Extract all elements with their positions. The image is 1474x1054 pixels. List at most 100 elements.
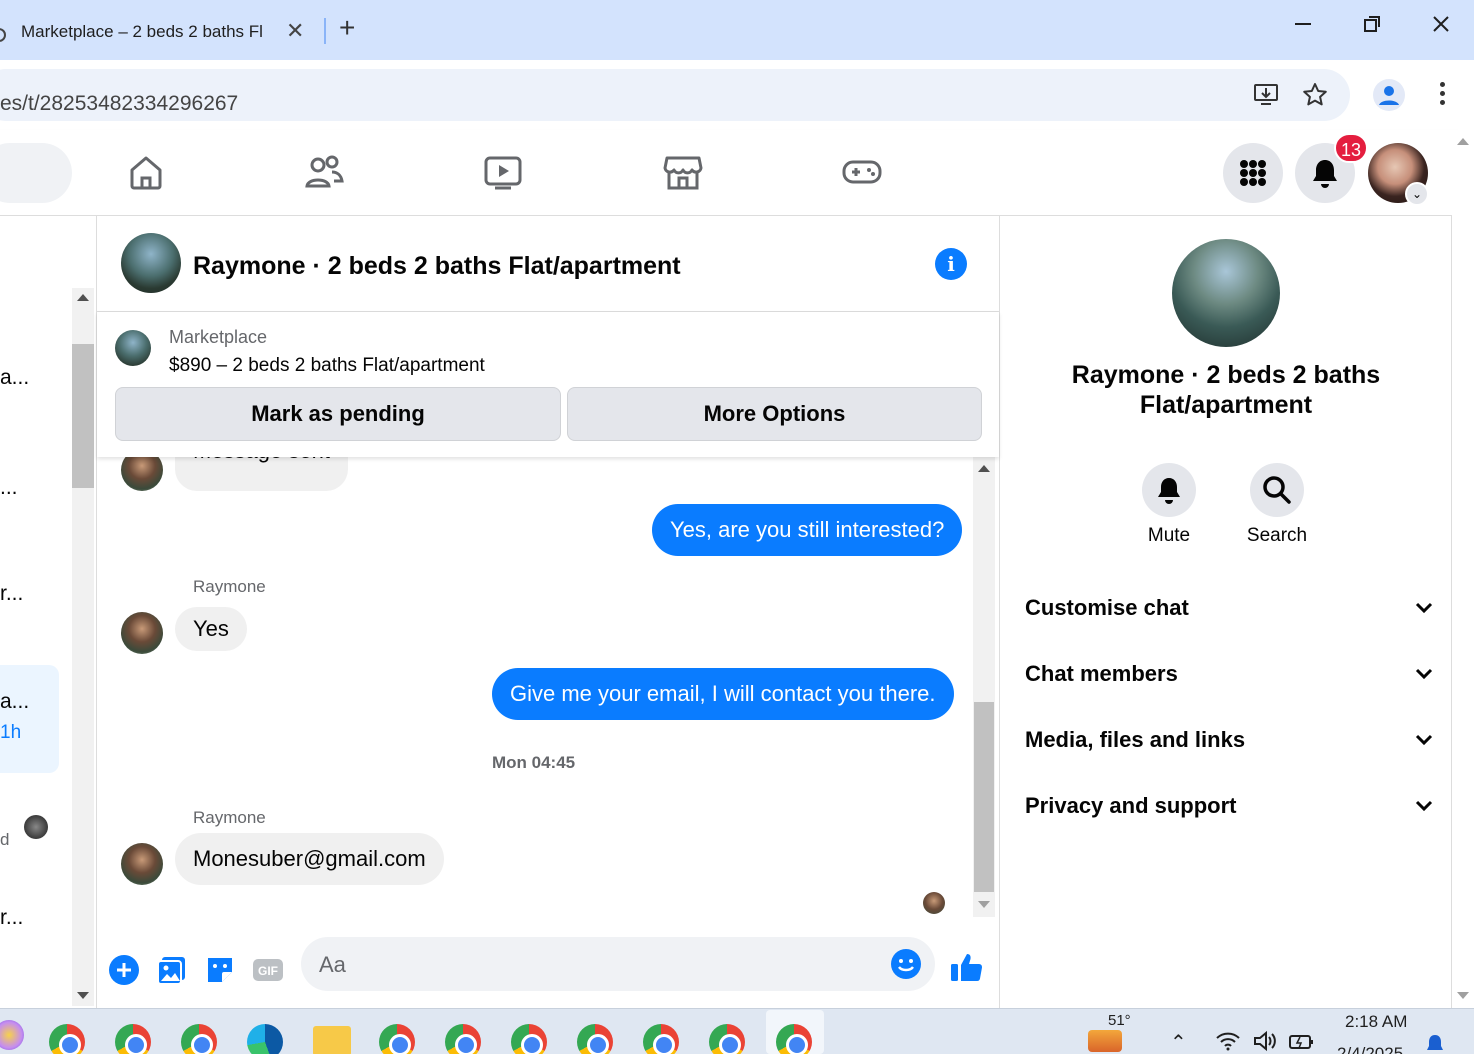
message-bubble-incoming[interactable]: Yes: [175, 607, 247, 651]
url-text[interactable]: es/t/28253482334296267: [0, 92, 238, 116]
sender-avatar: [121, 457, 163, 491]
chrome-icon[interactable]: [181, 1024, 217, 1054]
message-bubble-incoming[interactable]: Message sent: [175, 457, 348, 491]
thumbs-up-icon[interactable]: [949, 949, 983, 982]
browser-menu-icon[interactable]: [1440, 82, 1446, 109]
marketplace-icon[interactable]: [661, 150, 705, 194]
scroll-down-arrow-icon[interactable]: [1457, 992, 1469, 999]
address-bar-row: es/t/28253482334296267: [0, 60, 1474, 130]
chat-list-scroll-thumb[interactable]: [72, 344, 94, 488]
weather-temperature: 51°: [1108, 1012, 1131, 1029]
selected-chat-highlight[interactable]: [0, 665, 59, 773]
chevron-down-icon: [1413, 597, 1435, 619]
mark-as-pending-button[interactable]: Mark as pending: [115, 387, 561, 441]
scroll-up-arrow-icon[interactable]: [1457, 138, 1469, 145]
page-scrollbar[interactable]: [1452, 130, 1474, 1008]
chrome-icon[interactable]: [776, 1024, 812, 1054]
photo-icon[interactable]: [156, 954, 188, 986]
search-icon: [1263, 476, 1291, 504]
browser-tab[interactable]: Marketplace – 2 beds 2 baths Fl ✕: [0, 8, 322, 60]
account-chevron-down-icon[interactable]: ⌄: [1405, 182, 1429, 206]
conversation-avatar[interactable]: [121, 233, 181, 293]
chrome-icon[interactable]: [643, 1024, 679, 1054]
scroll-down-arrow-icon[interactable]: [77, 992, 89, 999]
conversation-title[interactable]: Raymone · 2 beds 2 baths Flat/apartment: [193, 252, 681, 281]
volume-icon[interactable]: [1252, 1030, 1278, 1054]
conversation-info-panel: Raymone · 2 beds 2 baths Flat/apartment …: [1000, 216, 1452, 1008]
chrome-icon[interactable]: [577, 1024, 613, 1054]
message-scroll-thumb[interactable]: [974, 702, 994, 892]
sticker-icon[interactable]: [204, 954, 236, 986]
scroll-up-arrow-icon[interactable]: [77, 294, 89, 301]
seen-receipt-avatar: [923, 892, 945, 914]
watch-icon[interactable]: [481, 150, 525, 194]
tab-favicon-icon: [0, 28, 6, 42]
chrome-icon[interactable]: [511, 1024, 547, 1054]
plus-circle-icon[interactable]: [108, 954, 140, 986]
message-list: Message sent Yes, are you still interest…: [97, 457, 973, 917]
chat-list-snippet[interactable]: r...: [0, 906, 23, 930]
more-options-button[interactable]: More Options: [567, 387, 982, 441]
customise-chat-row[interactable]: Customise chat: [1025, 589, 1435, 629]
tab-close-icon[interactable]: ✕: [286, 18, 304, 44]
section-label: Media, files and links: [1025, 727, 1246, 752]
message-timestamp: Mon 04:45: [492, 753, 576, 772]
close-icon: [1433, 16, 1449, 32]
minimize-button[interactable]: [1293, 14, 1313, 40]
battery-icon[interactable]: [1288, 1030, 1316, 1054]
chat-list-snippet[interactable]: ...: [0, 476, 18, 500]
section-label: Privacy and support: [1025, 793, 1237, 818]
listing-title[interactable]: $890 – 2 beds 2 baths Flat/apartment: [169, 355, 485, 377]
new-tab-button[interactable]: +: [339, 14, 355, 42]
home-icon[interactable]: [124, 150, 168, 194]
privacy-support-row[interactable]: Privacy and support: [1025, 787, 1435, 827]
chrome-icon[interactable]: [115, 1024, 151, 1054]
window-close-button[interactable]: [1431, 14, 1451, 40]
chat-members-row[interactable]: Chat members: [1025, 655, 1435, 695]
message-input[interactable]: Aa: [301, 937, 935, 991]
chrome-icon[interactable]: [445, 1024, 481, 1054]
clock-time[interactable]: 2:18 AM: [1345, 1012, 1407, 1032]
notification-bell-icon[interactable]: [1424, 1034, 1446, 1054]
browser-profile-icon[interactable]: [1373, 79, 1405, 111]
profile-name[interactable]: Raymone · 2 beds 2 baths Flat/apartment: [1000, 360, 1452, 420]
facebook-search-input[interactable]: [0, 143, 72, 203]
message-bubble-outgoing[interactable]: Give me your email, I will contact you t…: [492, 668, 954, 720]
bookmark-star-icon[interactable]: [1302, 82, 1328, 113]
message-bubble-incoming[interactable]: Monesuber@gmail.com: [175, 833, 444, 885]
omnibox[interactable]: es/t/28253482334296267: [0, 69, 1350, 121]
profile-avatar[interactable]: [1172, 239, 1280, 347]
chat-list-snippet[interactable]: a...: [0, 366, 29, 390]
media-files-links-row[interactable]: Media, files and links: [1025, 721, 1435, 761]
chrome-icon[interactable]: [379, 1024, 415, 1054]
sender-name: Raymone: [193, 808, 266, 827]
gaming-icon[interactable]: [840, 150, 884, 194]
mute-label: Mute: [1147, 525, 1191, 546]
wifi-icon[interactable]: [1215, 1030, 1241, 1054]
mute-button[interactable]: [1142, 463, 1196, 517]
chat-list-snippet[interactable]: r...: [0, 582, 23, 606]
chevron-up-icon[interactable]: ⌃: [1170, 1030, 1187, 1054]
message-composer: GIF Aa: [97, 924, 999, 1008]
file-explorer-icon[interactable]: [313, 1026, 351, 1054]
chrome-icon[interactable]: [49, 1024, 85, 1054]
message-bubble-outgoing[interactable]: Yes, are you still interested?: [652, 504, 963, 556]
listing-thumbnail[interactable]: [115, 330, 151, 366]
gif-icon[interactable]: GIF: [252, 954, 284, 986]
weather-icon[interactable]: [1088, 1030, 1122, 1052]
chrome-icon[interactable]: [709, 1024, 745, 1054]
emoji-icon[interactable]: [891, 949, 921, 979]
info-icon[interactable]: i: [935, 248, 967, 280]
friends-icon[interactable]: [302, 150, 346, 194]
bell-icon: [1158, 478, 1180, 504]
menu-grid-button[interactable]: [1223, 143, 1283, 203]
edge-icon[interactable]: [247, 1024, 283, 1054]
scroll-up-arrow-icon[interactable]: [978, 465, 990, 472]
marketplace-label: Marketplace: [169, 327, 268, 347]
chat-list-snippet[interactable]: a...: [0, 690, 29, 714]
restore-button[interactable]: [1362, 14, 1382, 40]
clock-date[interactable]: 2/4/2025: [1337, 1044, 1403, 1054]
scroll-down-arrow-icon[interactable]: [978, 901, 990, 908]
install-app-icon[interactable]: [1253, 82, 1279, 113]
search-button[interactable]: [1250, 463, 1304, 517]
